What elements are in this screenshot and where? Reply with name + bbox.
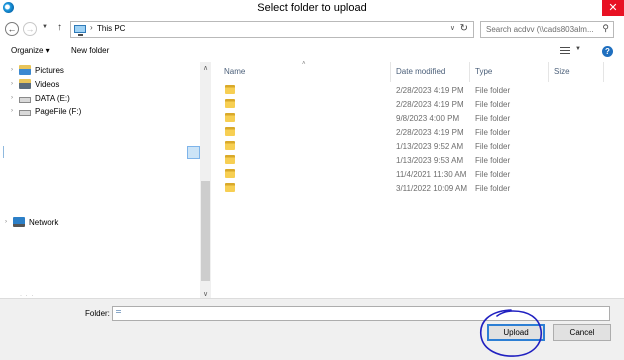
expand-chevron-icon[interactable]: › xyxy=(11,67,19,73)
date-modified: 3/11/2022 10:09 AM xyxy=(396,184,468,193)
date-modified: 1/13/2023 9:53 AM xyxy=(396,156,464,165)
back-button[interactable]: ← xyxy=(5,22,19,36)
date-modified: 9/8/2023 4:00 PM xyxy=(396,114,460,123)
nav-item-label: PageFile (F:) xyxy=(35,106,82,116)
table-row[interactable]: 3/11/2022 10:09 AM File folder xyxy=(213,181,624,195)
date-modified: 2/28/2023 4:19 PM xyxy=(396,86,464,95)
file-list: Name ˄ Date modified Type Size 2/28/2023… xyxy=(213,61,624,298)
column-header-type[interactable]: Type xyxy=(475,67,492,76)
help-icon[interactable]: ? xyxy=(602,46,613,57)
close-button[interactable]: ✕ xyxy=(602,0,624,16)
table-row[interactable]: 1/13/2023 9:52 AM File folder xyxy=(213,139,624,153)
folder-field[interactable] xyxy=(112,306,610,321)
item-type: File folder xyxy=(475,114,511,123)
expand-chevron-icon[interactable]: › xyxy=(5,219,13,225)
table-row[interactable]: 11/4/2021 11:30 AM File folder xyxy=(213,167,624,181)
table-row[interactable]: 1/13/2023 9:53 AM File folder xyxy=(213,153,624,167)
nav-item-pagefile-drive[interactable]: › PageFile (F:) xyxy=(11,105,81,117)
column-header-size[interactable]: Size xyxy=(554,67,570,76)
expand-chevron-icon[interactable]: › xyxy=(11,95,19,101)
table-row[interactable]: 2/28/2023 4:19 PM File folder xyxy=(213,97,624,111)
command-toolbar: Organize ▾ New folder ▼ ? xyxy=(0,43,624,61)
folder-icon xyxy=(225,169,235,178)
selection-highlight xyxy=(187,146,200,159)
nav-item-pictures[interactable]: › Pictures xyxy=(11,64,64,76)
breadcrumb-separator[interactable]: › xyxy=(90,23,93,32)
window-title: Select folder to upload xyxy=(257,2,367,14)
column-header-date[interactable]: Date modified xyxy=(396,67,445,76)
address-bar[interactable]: › This PC ∨ ↻ xyxy=(70,21,474,38)
tree-guide-line xyxy=(3,146,4,158)
dialog-footer: Folder: Upload Cancel xyxy=(0,298,624,360)
search-icon[interactable]: ⚲ xyxy=(602,23,609,34)
videos-folder-icon xyxy=(19,79,31,89)
column-divider[interactable] xyxy=(603,62,604,82)
nav-item-label: Pictures xyxy=(35,65,64,75)
drive-icon xyxy=(19,96,31,103)
scroll-down-arrow-icon[interactable]: ∨ xyxy=(200,290,211,298)
date-modified: 2/28/2023 4:19 PM xyxy=(396,100,464,109)
scroll-up-arrow-icon[interactable]: ∧ xyxy=(200,64,211,72)
nav-item-label: Network xyxy=(29,217,59,227)
refresh-button[interactable]: ↻ xyxy=(460,23,468,34)
item-type: File folder xyxy=(475,142,511,151)
search-placeholder: Search acdvv (\\cads803alm... xyxy=(486,25,594,34)
network-icon xyxy=(13,217,25,227)
item-type: File folder xyxy=(475,170,511,179)
folder-label: Folder: xyxy=(85,309,110,318)
nav-item-videos[interactable]: › Videos xyxy=(11,78,59,90)
item-type: File folder xyxy=(475,86,511,95)
forward-button[interactable]: → xyxy=(23,22,37,36)
sort-ascending-icon: ˄ xyxy=(302,61,306,67)
cancel-button[interactable]: Cancel xyxy=(553,324,611,341)
organize-button[interactable]: Organize ▾ xyxy=(11,46,50,55)
nav-item-network[interactable]: › Network xyxy=(5,216,58,228)
date-modified: 11/4/2021 11:30 AM xyxy=(396,170,467,179)
column-divider[interactable] xyxy=(390,62,391,82)
new-folder-button[interactable]: New folder xyxy=(71,46,109,55)
title-bar: Select folder to upload ✕ xyxy=(0,0,624,16)
folder-icon xyxy=(225,183,235,192)
item-type: File folder xyxy=(475,184,511,193)
item-type: File folder xyxy=(475,100,511,109)
navigation-bar: ← → ▼ ↑ › This PC ∨ ↻ Search acdvv (\\ca… xyxy=(0,18,624,42)
search-input[interactable]: Search acdvv (\\cads803alm... ⚲ xyxy=(480,21,614,38)
folder-icon xyxy=(225,113,235,122)
breadcrumb-this-pc[interactable]: This PC xyxy=(97,24,125,33)
up-button[interactable]: ↑ xyxy=(57,22,62,33)
upload-button[interactable]: Upload xyxy=(487,324,545,341)
address-history-dropdown[interactable]: ∨ xyxy=(450,24,455,32)
column-header-name[interactable]: Name xyxy=(224,67,245,76)
scroll-thumb[interactable] xyxy=(201,181,210,281)
nav-item-label: Videos xyxy=(35,79,60,89)
item-type: File folder xyxy=(475,156,511,165)
folder-icon xyxy=(225,155,235,164)
pictures-folder-icon xyxy=(19,65,31,75)
view-options-icon[interactable] xyxy=(560,47,570,55)
expand-chevron-icon[interactable]: › xyxy=(11,108,19,114)
date-modified: 1/13/2023 9:52 AM xyxy=(396,142,464,151)
this-pc-icon xyxy=(74,25,86,36)
nav-item-data-drive[interactable]: › DATA (E:) xyxy=(11,92,70,104)
column-divider[interactable] xyxy=(469,62,470,82)
table-row[interactable]: 2/28/2023 4:19 PM File folder xyxy=(213,83,624,97)
navigation-scrollbar[interactable]: ∧ ∨ xyxy=(200,62,211,298)
date-modified: 2/28/2023 4:19 PM xyxy=(396,128,464,137)
table-row[interactable]: 2/28/2023 4:19 PM File folder xyxy=(213,125,624,139)
navigation-pane: › Pictures › Videos › DATA (E:) › PageFi… xyxy=(0,62,212,299)
view-options-dropdown[interactable]: ▼ xyxy=(575,46,581,52)
table-row[interactable]: 9/8/2023 4:00 PM File folder xyxy=(213,111,624,125)
column-divider[interactable] xyxy=(548,62,549,82)
folder-icon xyxy=(225,127,235,136)
folder-icon xyxy=(225,99,235,108)
nav-item-label: DATA (E:) xyxy=(35,93,70,103)
folder-icon xyxy=(225,85,235,94)
drive-icon xyxy=(19,109,31,116)
folder-icon xyxy=(225,141,235,150)
recent-locations-dropdown[interactable]: ▼ xyxy=(42,24,48,30)
expand-chevron-icon[interactable]: › xyxy=(11,81,19,87)
text-caret-icon xyxy=(116,310,121,311)
item-type: File folder xyxy=(475,128,511,137)
